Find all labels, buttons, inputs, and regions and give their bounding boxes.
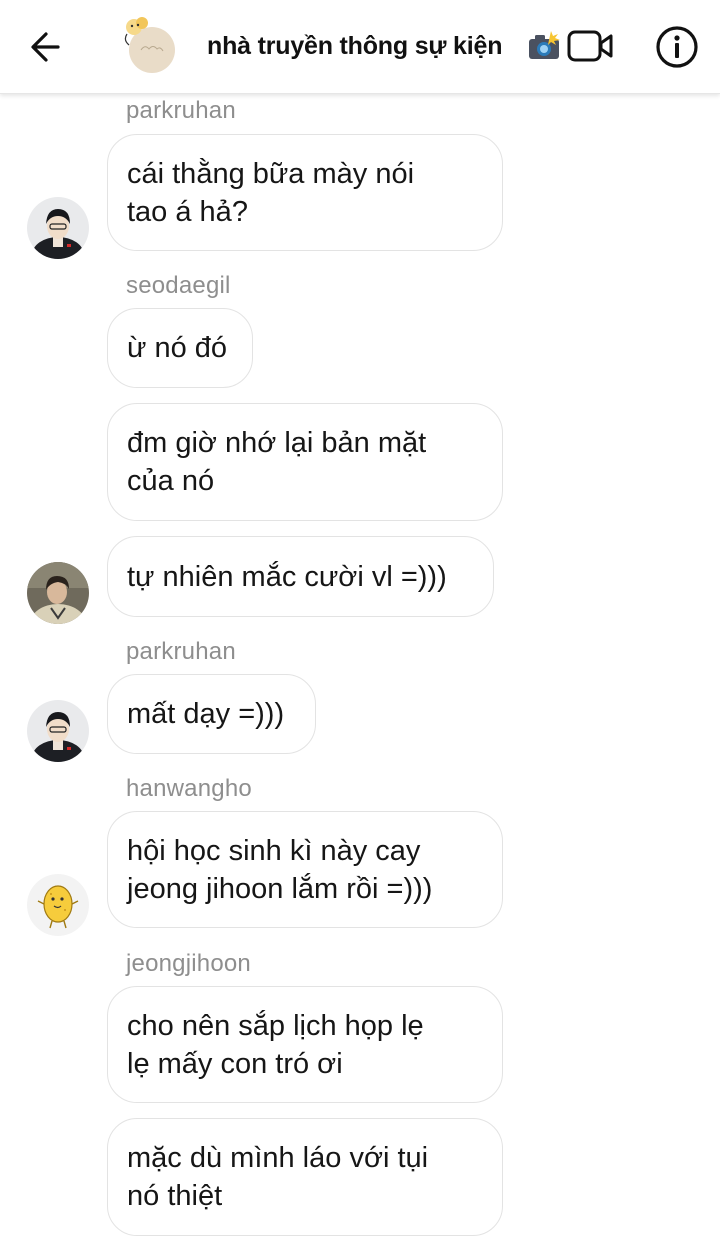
chat-header: nhà truyền thông sự kiện: [0, 0, 720, 94]
chat-title: nhà truyền thông sự kiện: [207, 32, 503, 60]
video-call-button[interactable]: [566, 26, 616, 66]
video-call-icon: [567, 30, 613, 62]
message-bubble[interactable]: tự nhiên mắc cười vl =))): [107, 536, 494, 617]
message-bubble[interactable]: ừ nó đó: [107, 308, 253, 388]
arrow-left-icon: [31, 32, 60, 62]
message-text: mặc dù mình láo với tụi nó thiệt: [127, 1142, 429, 1212]
avatar-seodaegil[interactable]: [27, 562, 89, 624]
message-bubble[interactable]: đm giờ nhớ lại bản mặt của nó: [107, 403, 503, 521]
message-text: cái thằng bữa mày nói tao á hả?: [127, 157, 415, 228]
message-bubble[interactable]: mất dạy =))): [107, 674, 316, 754]
avatar-hanwangho[interactable]: [27, 874, 89, 936]
message-text: hội học sinh kì này cay jeong jihoon lắm…: [127, 834, 433, 905]
sender-name: parkruhan: [126, 638, 236, 665]
message-thread[interactable]: parkruhan cái thằng bữa mày nói tao á hả…: [0, 94, 720, 1244]
camera-flash-emoji-icon: [526, 29, 562, 63]
message-text: cho nên sắp lịch họp lẹ lẹ mấy con tró ơ…: [127, 1009, 424, 1080]
avatar-parkruhan[interactable]: [27, 197, 89, 259]
avatar-parkruhan[interactable]: [27, 700, 89, 762]
sender-name: parkruhan: [126, 97, 236, 124]
message-text: tự nhiên mắc cười vl =))): [127, 560, 447, 593]
sender-name: hanwangho: [126, 775, 252, 802]
message-bubble[interactable]: hội học sinh kì này cay jeong jihoon lắm…: [107, 811, 503, 928]
sender-name: seodaegil: [126, 272, 231, 299]
sender-name: jeongjihoon: [126, 950, 251, 977]
info-icon: [656, 26, 698, 68]
info-button[interactable]: [654, 24, 700, 70]
message-bubble[interactable]: cho nên sắp lịch họp lẹ lẹ mấy con tró ơ…: [107, 986, 503, 1103]
group-avatar[interactable]: [115, 14, 181, 76]
message-bubble[interactable]: cái thằng bữa mày nói tao á hả?: [107, 134, 503, 251]
message-bubble[interactable]: mặc dù mình láo với tụi nó thiệt: [107, 1118, 503, 1236]
message-text: đm giờ nhớ lại bản mặt của nó: [127, 427, 427, 497]
back-button[interactable]: [22, 24, 70, 70]
message-text: mất dạy =))): [127, 698, 285, 730]
message-text: ừ nó đó: [127, 332, 228, 364]
